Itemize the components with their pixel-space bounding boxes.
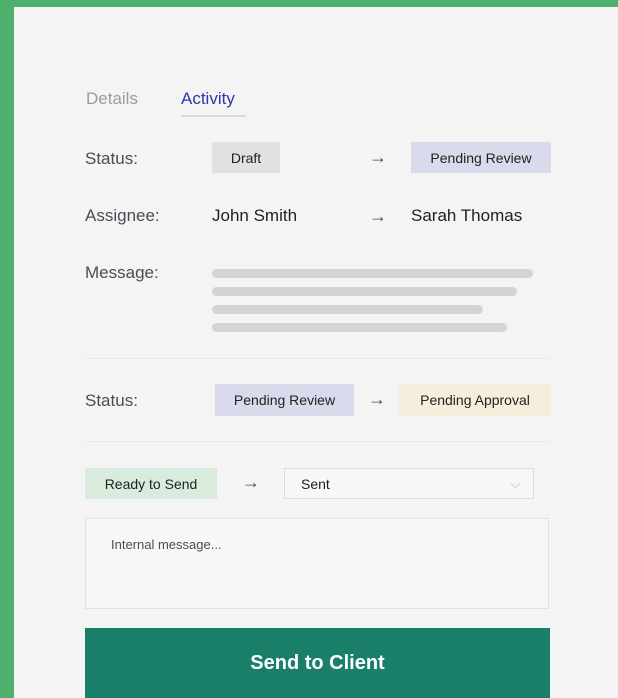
next-status-select[interactable]: Sent: [284, 468, 534, 499]
status-badge-ready-to-send: Ready to Send: [85, 468, 217, 499]
arrow-right-icon: →: [369, 206, 387, 226]
tab-activity[interactable]: Activity: [181, 89, 235, 109]
divider: [85, 441, 551, 442]
message-placeholder-line: [212, 323, 507, 332]
assignee-label: Assignee:: [85, 206, 160, 225]
activity-panel: Details Activity Status: Draft → Pending…: [14, 7, 618, 698]
status-badge-pending-review: Pending Review: [215, 384, 354, 416]
message-placeholder-line: [212, 269, 533, 278]
chevron-down-icon: [510, 478, 521, 489]
message-placeholder-line: [212, 287, 517, 296]
arrow-right-icon: →: [368, 389, 386, 409]
arrow-right-icon: →: [242, 472, 260, 492]
tab-active-indicator: [181, 115, 246, 117]
arrow-right-icon: →: [369, 147, 387, 167]
status-badge-pending-review: Pending Review: [411, 142, 551, 173]
assignee-from: John Smith: [212, 206, 298, 225]
status-badge-pending-approval: Pending Approval: [399, 384, 551, 416]
status-label: Status:: [85, 149, 138, 168]
message-placeholder-line: [212, 305, 483, 314]
send-to-client-button[interactable]: Send to Client: [85, 628, 550, 698]
tab-details[interactable]: Details: [86, 89, 138, 109]
assignee-to: Sarah Thomas: [411, 206, 523, 225]
internal-message-input[interactable]: [85, 518, 549, 609]
message-label: Message:: [85, 263, 159, 282]
status-label: Status:: [85, 391, 138, 410]
next-status-value: Sent: [301, 475, 330, 492]
divider: [85, 358, 551, 359]
status-badge-draft: Draft: [212, 142, 280, 173]
